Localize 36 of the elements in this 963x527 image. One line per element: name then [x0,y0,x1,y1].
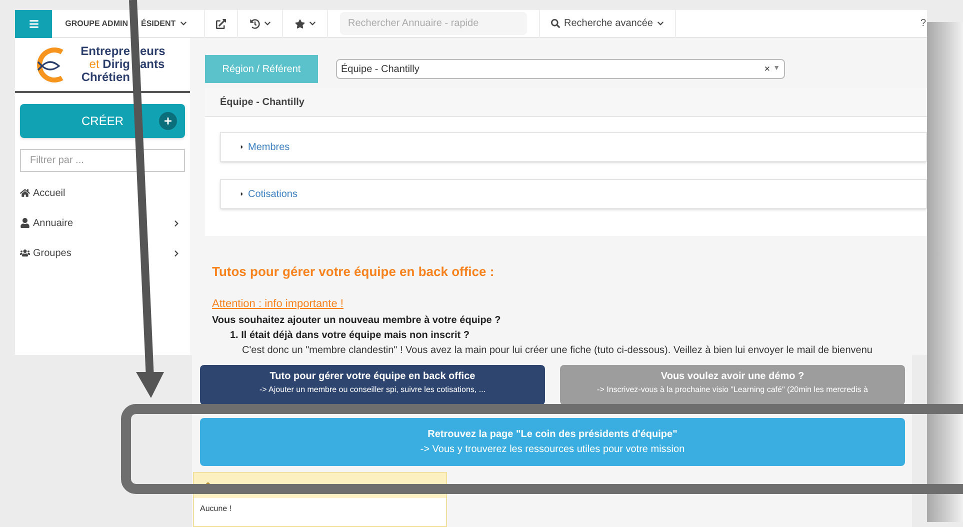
filter-field[interactable]: Filtrer par ... [20,149,185,172]
list-item-title: 1. Il était déjà dans votre équipe mais non inscrit ? [230,328,471,343]
sidebar-item[interactable]: Annuaire [15,208,190,238]
sidebar-item[interactable]: Groupes [15,238,190,268]
logo-text: eurs [140,45,166,58]
alerts-text: Aucune ! [199,503,233,516]
accordion-item[interactable]: Cotisations [220,179,927,209]
logo-text: ants [140,58,166,71]
info-card[interactable]: Tuto pour gérer votre équipe en back office -> Ajouter un membre ou conseiller spi, suivre les cotisations, ... [200,365,545,405]
home-icon [20,188,30,198]
chevron-icon [180,20,187,27]
question-text: Vous souhaitez ajouter un nouveau membre à votre équipe ? [212,314,502,328]
user-icon [20,218,30,228]
panel-title: Équipe - Chantilly [220,95,304,110]
history-icon [250,18,260,28]
logo-text: et Dirig [89,58,130,71]
users-icon [20,248,30,258]
help-button[interactable]: ? [920,16,927,31]
list-item-text: C'est donc un "membre clandestin" ! Vous avez la main pour lui créer une fiche (tuto ci-dessous). Veillez à bien lui envoyer le mail de bienvenu [241,344,874,355]
menu-toggle-button[interactable] [15,10,52,38]
caret-icon [239,191,245,197]
caret-icon [239,144,245,150]
chevron-icon [656,20,664,27]
logo-text: Entrepre [80,45,130,58]
search-icon [551,19,560,28]
chevron-icon [308,20,316,27]
sidebar-item[interactable]: Accueil [15,178,190,208]
plus-icon [159,112,177,130]
section-heading: Tutos pour gérer votre équipe en back office : [212,262,496,281]
external-link-icon [216,18,226,28]
quick-search-field[interactable]: Rechercher Annuaire - rapide [340,12,527,35]
menu-icon [28,18,38,28]
chevron-icon [264,20,270,27]
accordion-item[interactable]: Membres [220,132,927,162]
logo-text: Chrétien [80,71,130,84]
star-icon [294,18,304,28]
